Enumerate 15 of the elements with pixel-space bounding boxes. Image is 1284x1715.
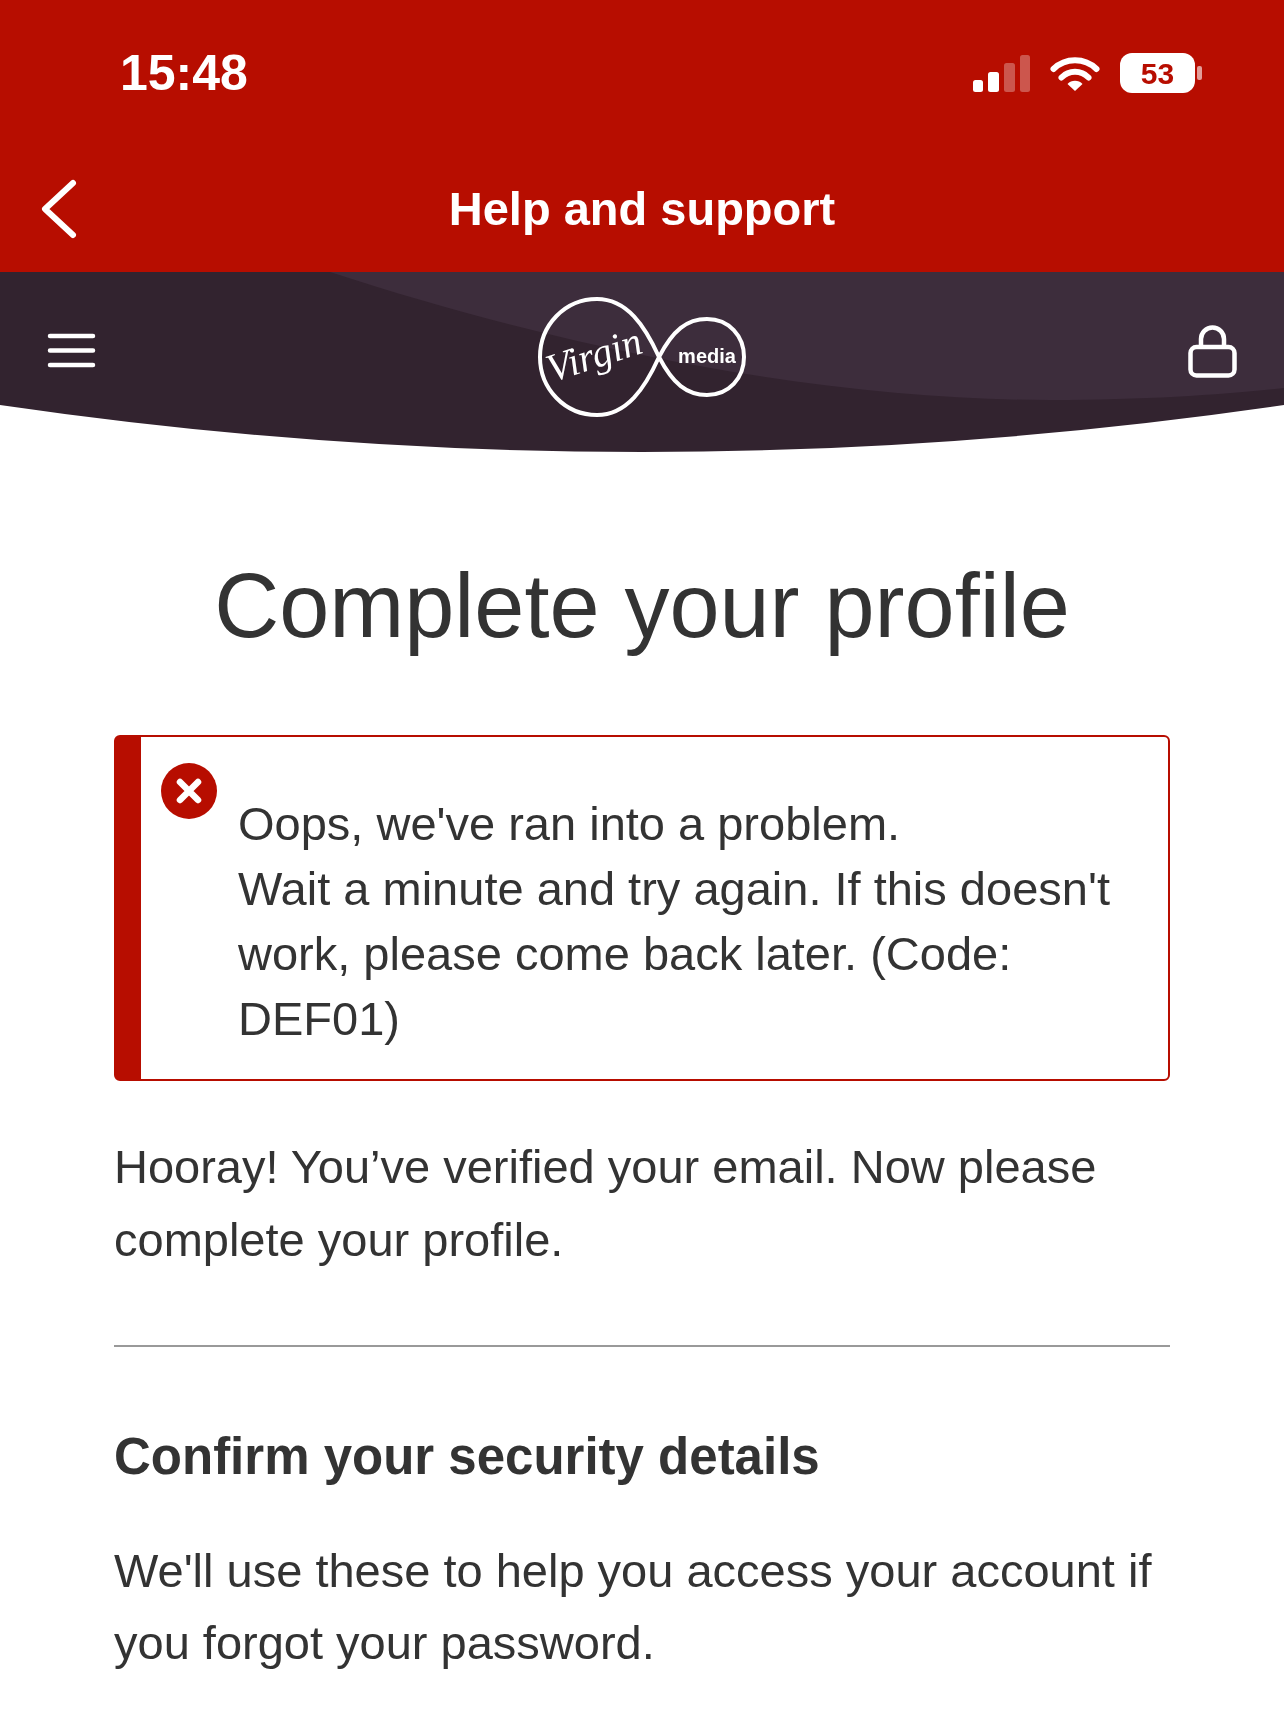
page-heading: Complete your profile bbox=[213, 555, 1071, 658]
nav-title: Help and support bbox=[448, 181, 836, 237]
error-message: Wait a minute and try again. If this doesn't work, please come back later. (Code: DEF01) bbox=[238, 861, 1111, 1047]
status-time: 15:48 bbox=[120, 44, 248, 103]
error-heading: Oops, we've ran into a problem. bbox=[238, 796, 902, 852]
section-heading: Confirm your security details bbox=[114, 1427, 821, 1487]
wifi-icon bbox=[1050, 54, 1100, 92]
brand-logo: Virgin media bbox=[537, 295, 747, 418]
error-icon bbox=[161, 763, 217, 819]
signal-icon bbox=[973, 54, 1030, 92]
lock-icon[interactable] bbox=[1188, 323, 1237, 378]
battery-indicator: 53 bbox=[1120, 53, 1202, 93]
section-text: We'll use these to help you access your account if you forgot your password. bbox=[114, 1543, 1153, 1671]
intro-text: Hooray! You’ve verified your email. Now please complete your profile. bbox=[114, 1139, 1098, 1268]
back-icon[interactable] bbox=[39, 178, 78, 240]
